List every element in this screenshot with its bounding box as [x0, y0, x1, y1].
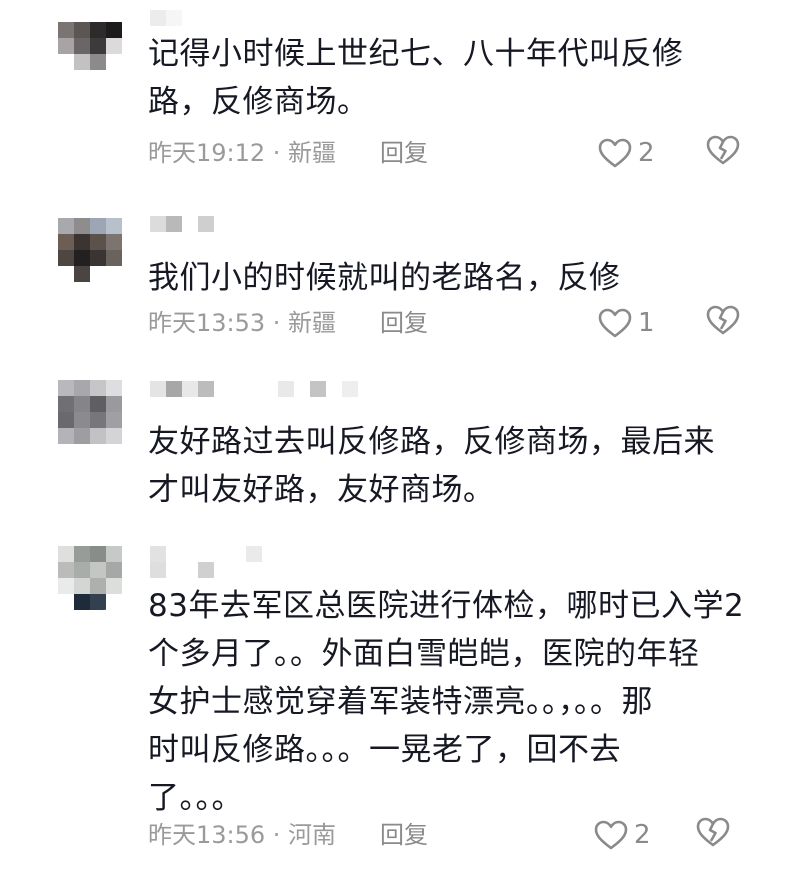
heart-outline-icon — [594, 820, 628, 850]
broken-heart-icon — [706, 135, 742, 165]
dislike-button[interactable] — [696, 817, 732, 853]
reply-button[interactable]: 回复 — [380, 133, 428, 173]
dislike-button[interactable] — [706, 305, 742, 341]
username-blurred[interactable] — [150, 10, 182, 26]
heart-outline-icon — [598, 138, 632, 168]
avatar[interactable] — [58, 380, 122, 444]
broken-heart-icon — [706, 305, 742, 335]
like-count: 1 — [638, 308, 655, 338]
comment-time-location: 昨天19:12 · 新疆 — [148, 139, 337, 167]
comment-meta: 昨天13:53 · 新疆 回复 1 — [148, 303, 768, 343]
dislike-button[interactable] — [706, 135, 742, 171]
heart-outline-icon — [598, 308, 632, 338]
comment-text: 记得小时候上世纪七、八十年代叫反修 路，反修商场。 — [148, 36, 684, 120]
avatar[interactable] — [58, 546, 122, 610]
username-blurred[interactable] — [150, 216, 214, 232]
comment-meta: 昨天13:56 · 河南 回复 2 — [148, 815, 768, 855]
comment-text: 我们小的时候就叫的老路名，反修 — [148, 260, 621, 296]
comment-time-location: 昨天13:53 · 新疆 — [148, 309, 337, 337]
avatar[interactable] — [58, 22, 122, 86]
like-count: 2 — [638, 138, 655, 168]
like-button[interactable]: 2 — [598, 133, 655, 173]
broken-heart-icon — [696, 817, 732, 847]
username-blurred[interactable] — [150, 381, 358, 397]
username-blurred[interactable] — [150, 546, 262, 562]
like-button[interactable]: 2 — [594, 815, 651, 855]
comment-meta: 昨天19:12 · 新疆 回复 2 — [148, 133, 768, 173]
like-button[interactable]: 1 — [598, 303, 655, 343]
reply-button[interactable]: 回复 — [380, 815, 428, 855]
comment-time-location: 昨天13:56 · 河南 — [148, 821, 337, 849]
reply-button[interactable]: 回复 — [380, 303, 428, 343]
comment-text: 友好路过去叫反修路，反修商场，最后来 才叫友好路，友好商场。 — [148, 424, 715, 508]
like-count: 2 — [634, 820, 651, 850]
avatar[interactable] — [58, 218, 122, 282]
comment-text: 83年去军区总医院进行体检，哪时已入学2 个多月了。。外面白雪皑皑，医院的年轻 … — [148, 588, 745, 816]
username-blurred-2 — [150, 562, 214, 578]
